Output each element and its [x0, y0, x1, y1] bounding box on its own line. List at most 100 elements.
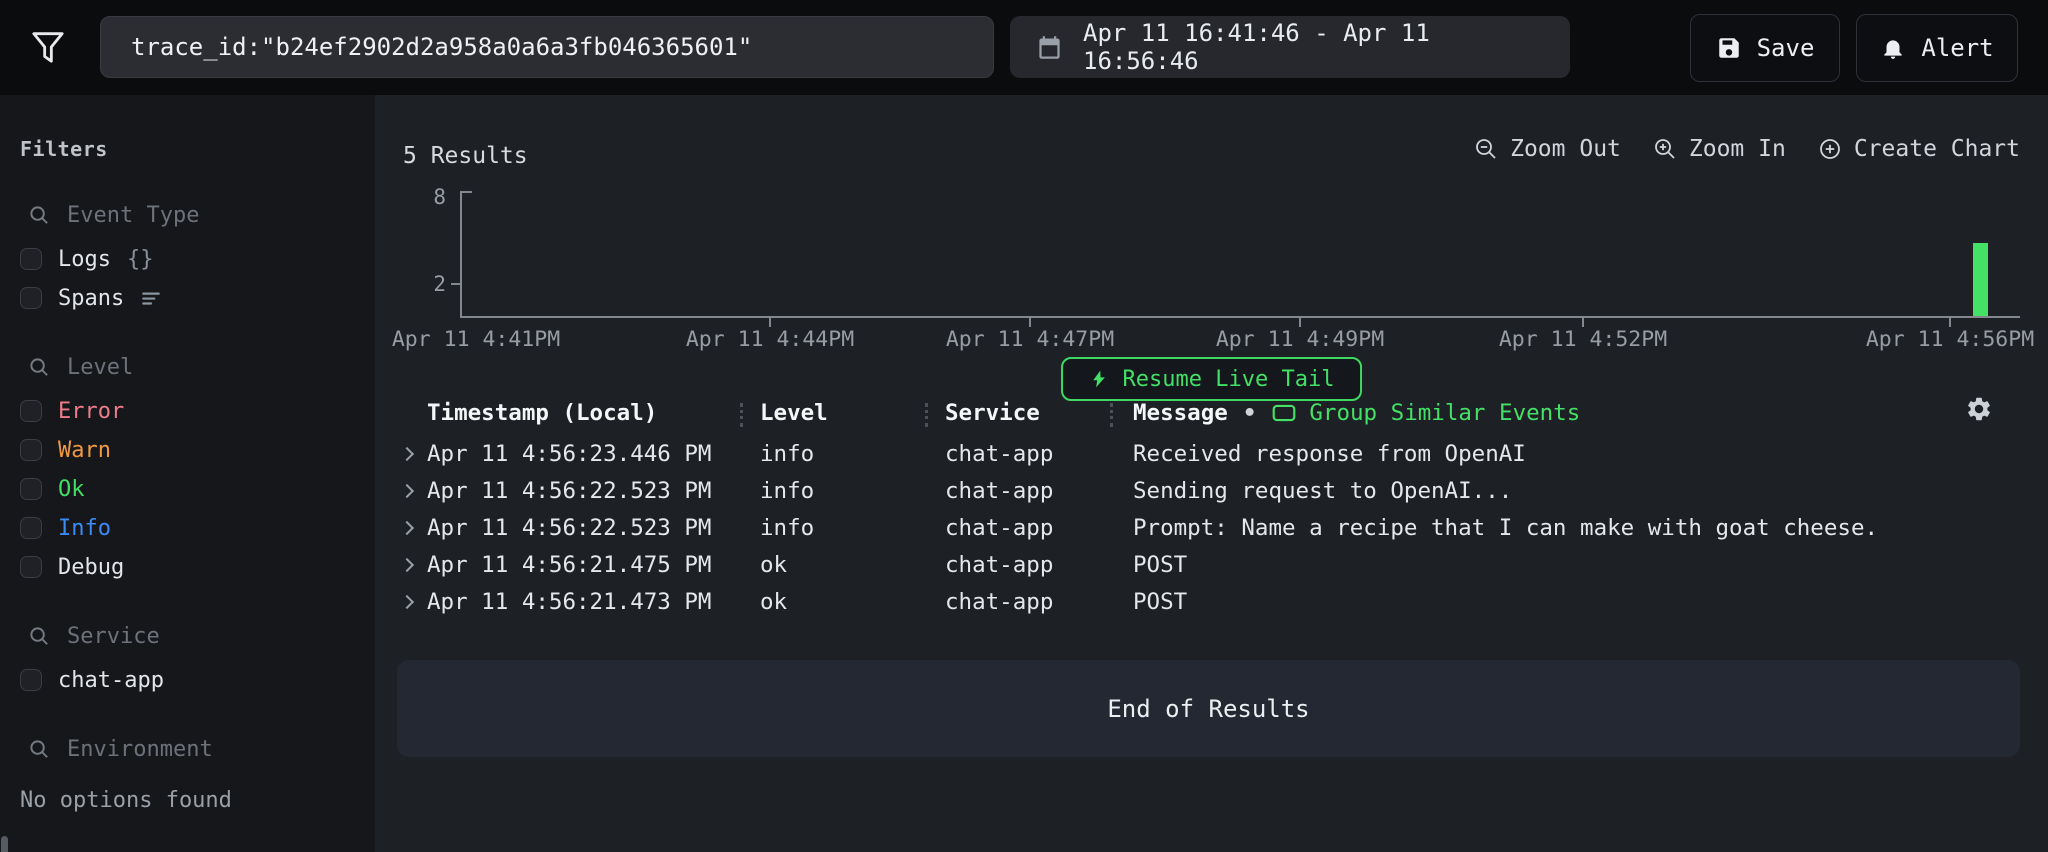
chevron-right-icon[interactable] [400, 557, 414, 571]
spans-label: Spans [58, 286, 124, 311]
create-chart-button[interactable]: Create Chart [1818, 136, 2020, 162]
x-axis-tick-mark [1299, 318, 1301, 327]
column-separator[interactable] [925, 403, 928, 427]
calendar-icon [1036, 34, 1063, 61]
no-options-message: No options found [20, 788, 375, 813]
log-row[interactable]: Apr 11 4:56:21.475 PM ok chat-app POST [375, 546, 2048, 583]
results-histogram[interactable]: 8 2 Apr 11 4:41PM Apr 11 4:44PM Apr 11 4… [460, 185, 2020, 355]
zoom-in-button[interactable]: Zoom In [1653, 136, 1786, 162]
logs-checkbox[interactable] [20, 248, 42, 270]
sidebar-scrollbar-thumb[interactable] [1, 836, 8, 852]
environment-search-input[interactable] [67, 737, 317, 762]
facet-item-warn[interactable]: Warn [20, 435, 375, 465]
service-search-input[interactable] [67, 624, 317, 649]
log-row[interactable]: Apr 11 4:56:23.446 PM info chat-app Rece… [375, 435, 2048, 472]
col-header-level: Level [760, 400, 828, 426]
facet-item-debug[interactable]: Debug [20, 552, 375, 582]
row-level: info [760, 441, 814, 467]
group-similar-events-link[interactable]: Group Similar Events [1271, 400, 1580, 426]
chevron-right-icon[interactable] [400, 446, 414, 460]
resume-live-tail-button[interactable]: Resume Live Tail [1061, 357, 1363, 401]
y-axis-tick-8: 8 [408, 185, 446, 209]
zoom-in-label: Zoom In [1689, 136, 1786, 162]
topbar: Apr 11 16:41:46 - Apr 11 16:56:46 Save A… [0, 0, 2048, 95]
column-separator[interactable] [740, 403, 743, 427]
facet-item-spans[interactable]: Spans [20, 283, 375, 313]
gear-icon[interactable] [1965, 395, 1993, 423]
x-axis-line [460, 316, 2020, 318]
row-level: info [760, 515, 814, 541]
row-service: chat-app [945, 515, 1053, 541]
col-header-service: Service [945, 400, 1040, 426]
log-row[interactable]: Apr 11 4:56:22.523 PM info chat-app Send… [375, 472, 2048, 509]
event-type-facet-search [28, 203, 375, 228]
row-timestamp: Apr 11 4:56:21.475 PM [427, 552, 711, 578]
facet-item-logs[interactable]: Logs {} [20, 244, 375, 274]
ok-checkbox[interactable] [20, 478, 42, 500]
zoom-out-button[interactable]: Zoom Out [1474, 136, 1621, 162]
row-service: chat-app [945, 589, 1053, 615]
debug-label: Debug [58, 555, 124, 580]
row-timestamp: Apr 11 4:56:23.446 PM [427, 441, 711, 467]
facet-item-chat-app[interactable]: chat-app [20, 665, 375, 695]
spans-checkbox[interactable] [20, 287, 42, 309]
filters-title: Filters [20, 137, 375, 161]
floppy-icon [1716, 35, 1742, 61]
event-type-search-input[interactable] [67, 203, 317, 228]
level-search-input[interactable] [67, 355, 317, 380]
facet-item-error[interactable]: Error [20, 396, 375, 426]
alert-button[interactable]: Alert [1856, 14, 2018, 82]
search-input[interactable] [100, 16, 994, 78]
chat-app-label: chat-app [58, 668, 164, 693]
debug-checkbox[interactable] [20, 556, 42, 578]
y-axis-tick-mark [451, 283, 460, 285]
save-button-label: Save [1757, 34, 1815, 62]
results-count: 5 Results [403, 143, 528, 169]
error-checkbox[interactable] [20, 400, 42, 422]
bell-icon [1880, 35, 1906, 61]
level-facet-search [28, 355, 375, 380]
end-of-results-label: End of Results [1107, 695, 1309, 723]
row-timestamp: Apr 11 4:56:21.473 PM [427, 589, 711, 615]
chevron-right-icon[interactable] [400, 520, 414, 534]
row-timestamp: Apr 11 4:56:22.523 PM [427, 478, 711, 504]
chart-bar[interactable] [1973, 243, 1988, 316]
create-chart-label: Create Chart [1854, 136, 2020, 162]
info-checkbox[interactable] [20, 517, 42, 539]
row-message: POST [1133, 552, 1187, 578]
row-level: ok [760, 589, 787, 615]
list-lines-icon [140, 287, 162, 309]
row-service: chat-app [945, 478, 1053, 504]
chevron-right-icon[interactable] [400, 483, 414, 497]
y-axis-top-cap [460, 191, 472, 193]
date-range-value: Apr 11 16:41:46 - Apr 11 16:56:46 [1083, 19, 1544, 75]
results-table-header: Timestamp (Local) Level Service Message … [375, 398, 2048, 430]
facet-item-info[interactable]: Info [20, 513, 375, 543]
chevron-right-icon[interactable] [400, 594, 414, 608]
environment-facet-search [28, 737, 375, 762]
x-axis-tick-mark [769, 318, 771, 327]
circle-plus-icon [1818, 137, 1842, 161]
column-separator[interactable] [1110, 403, 1113, 427]
warn-checkbox[interactable] [20, 439, 42, 461]
x-axis-tick-mark [1949, 318, 1951, 327]
save-button[interactable]: Save [1690, 14, 1840, 82]
x-axis-label: Apr 11 4:52PM [1499, 327, 1667, 352]
row-message: Received response from OpenAI [1133, 441, 1526, 467]
results-main: 5 Results Zoom Out Zoom In [375, 95, 2048, 852]
chat-app-checkbox[interactable] [20, 669, 42, 691]
info-label: Info [58, 516, 111, 541]
date-range-picker[interactable]: Apr 11 16:41:46 - Apr 11 16:56:46 [1010, 16, 1570, 78]
error-label: Error [58, 399, 124, 424]
log-row[interactable]: Apr 11 4:56:21.473 PM ok chat-app POST [375, 583, 2048, 620]
log-row[interactable]: Apr 11 4:56:22.523 PM info chat-app Prom… [375, 509, 2048, 546]
facet-item-ok[interactable]: Ok [20, 474, 375, 504]
resume-live-tail-label: Resume Live Tail [1123, 367, 1335, 392]
x-axis-tick-mark [1582, 318, 1584, 327]
row-service: chat-app [945, 552, 1053, 578]
end-of-results-banner: End of Results [397, 660, 2020, 757]
results-table-body: Apr 11 4:56:23.446 PM info chat-app Rece… [375, 435, 2048, 620]
magnifier-icon [28, 625, 51, 648]
magnifier-icon [28, 356, 51, 379]
row-level: ok [760, 552, 787, 578]
